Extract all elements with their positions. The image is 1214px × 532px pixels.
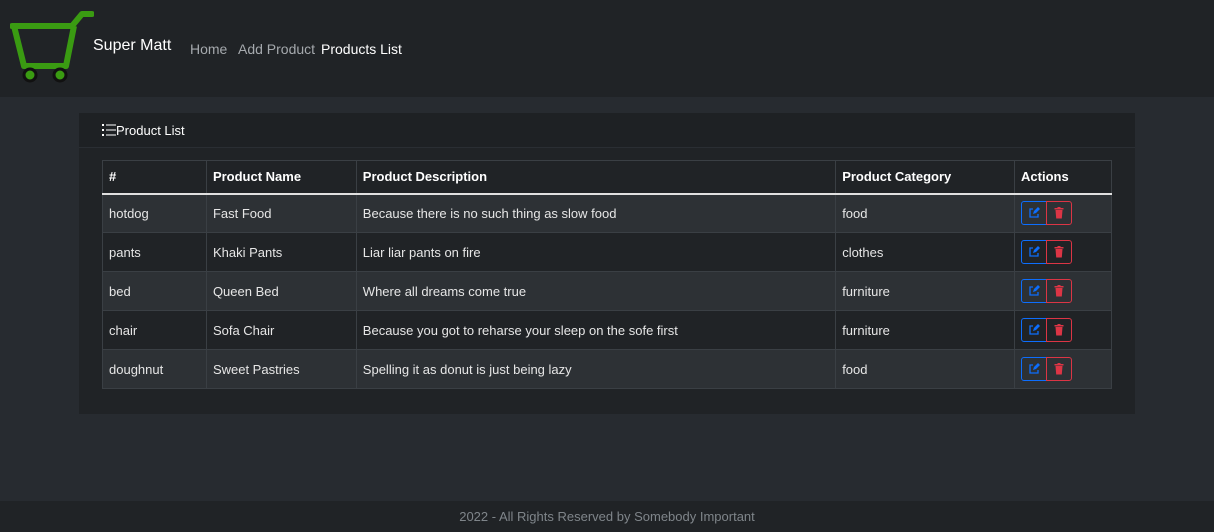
delete-button[interactable] xyxy=(1046,357,1073,381)
cell-name: Fast Food xyxy=(205,193,357,233)
nav-home-link[interactable]: Home xyxy=(190,41,227,57)
cell-actions xyxy=(1014,232,1112,272)
column-header-name: Product Name xyxy=(205,160,357,195)
delete-button[interactable] xyxy=(1046,240,1073,264)
cell-id: doughnut xyxy=(102,349,207,389)
cell-category: food xyxy=(835,193,1016,233)
cell-actions xyxy=(1014,193,1112,233)
list-icon xyxy=(102,124,116,136)
footer-text: 2022 - All Rights Reserved by Somebody I… xyxy=(459,509,755,524)
column-header-id: # xyxy=(102,160,207,195)
shopping-cart-icon[interactable] xyxy=(10,10,94,86)
cell-id: bed xyxy=(102,271,207,311)
cell-name: Queen Bed xyxy=(205,271,357,311)
edit-button[interactable] xyxy=(1021,201,1048,226)
delete-button[interactable] xyxy=(1046,318,1073,342)
cell-category: clothes xyxy=(835,232,1016,272)
cell-description: Where all dreams come true xyxy=(355,271,837,311)
table-row: bed Queen Bed Where all dreams come true fu… xyxy=(102,271,1112,311)
cell-description: Spelling it as donut is just being lazy xyxy=(355,349,837,389)
column-header-description: Product Description xyxy=(355,160,837,195)
table-body: hotdog Fast Food Because there is no such … xyxy=(102,193,1112,389)
edit-button[interactable] xyxy=(1021,240,1048,264)
edit-button[interactable] xyxy=(1021,357,1048,381)
nav-products-list-link[interactable]: Products List xyxy=(321,41,402,57)
cell-id: hotdog xyxy=(102,193,207,233)
card-title: Product List xyxy=(116,123,185,138)
card-header: Product List xyxy=(79,113,1135,148)
column-header-actions: Actions xyxy=(1014,160,1112,195)
cell-name: Sweet Pastries xyxy=(205,349,357,389)
edit-button[interactable] xyxy=(1021,318,1048,342)
products-table: # Product Name Product Description Produ… xyxy=(102,160,1112,389)
table-row: pants Khaki Pants Liar liar pants on fire c… xyxy=(102,232,1112,272)
delete-button[interactable] xyxy=(1046,279,1073,303)
cell-actions xyxy=(1014,310,1112,350)
edit-button[interactable] xyxy=(1021,279,1048,303)
navbar: Super Matt Home Add Product Products Lis… xyxy=(0,0,1214,97)
table-row: hotdog Fast Food Because there is no such … xyxy=(102,193,1112,233)
table-row: chair Sofa Chair Because you got to rehars… xyxy=(102,310,1112,350)
brand-name[interactable]: Super Matt xyxy=(93,37,171,55)
cell-description: Because you got to reharse your sleep on… xyxy=(355,310,837,350)
cell-name: Khaki Pants xyxy=(205,232,357,272)
column-header-category: Product Category xyxy=(835,160,1016,195)
cell-category: furniture xyxy=(835,271,1016,311)
delete-button[interactable] xyxy=(1046,201,1073,226)
nav-add-product-link[interactable]: Add Product xyxy=(238,41,315,57)
table-header-row: # Product Name Product Description Produ… xyxy=(102,160,1112,195)
cell-id: pants xyxy=(102,232,207,272)
cell-description: Liar liar pants on fire xyxy=(355,232,837,272)
cell-id: chair xyxy=(102,310,207,350)
cell-name: Sofa Chair xyxy=(205,310,357,350)
product-list-card: Product List # Product Name Product Desc… xyxy=(79,113,1135,414)
cell-category: furniture xyxy=(835,310,1016,350)
table-row: doughnut Sweet Pastries Spelling it as don… xyxy=(102,349,1112,389)
cell-category: food xyxy=(835,349,1016,389)
cell-actions xyxy=(1014,271,1112,311)
cell-description: Because there is no such thing as slow f… xyxy=(355,193,837,233)
cell-actions xyxy=(1014,349,1112,389)
footer: 2022 - All Rights Reserved by Somebody I… xyxy=(0,501,1214,532)
